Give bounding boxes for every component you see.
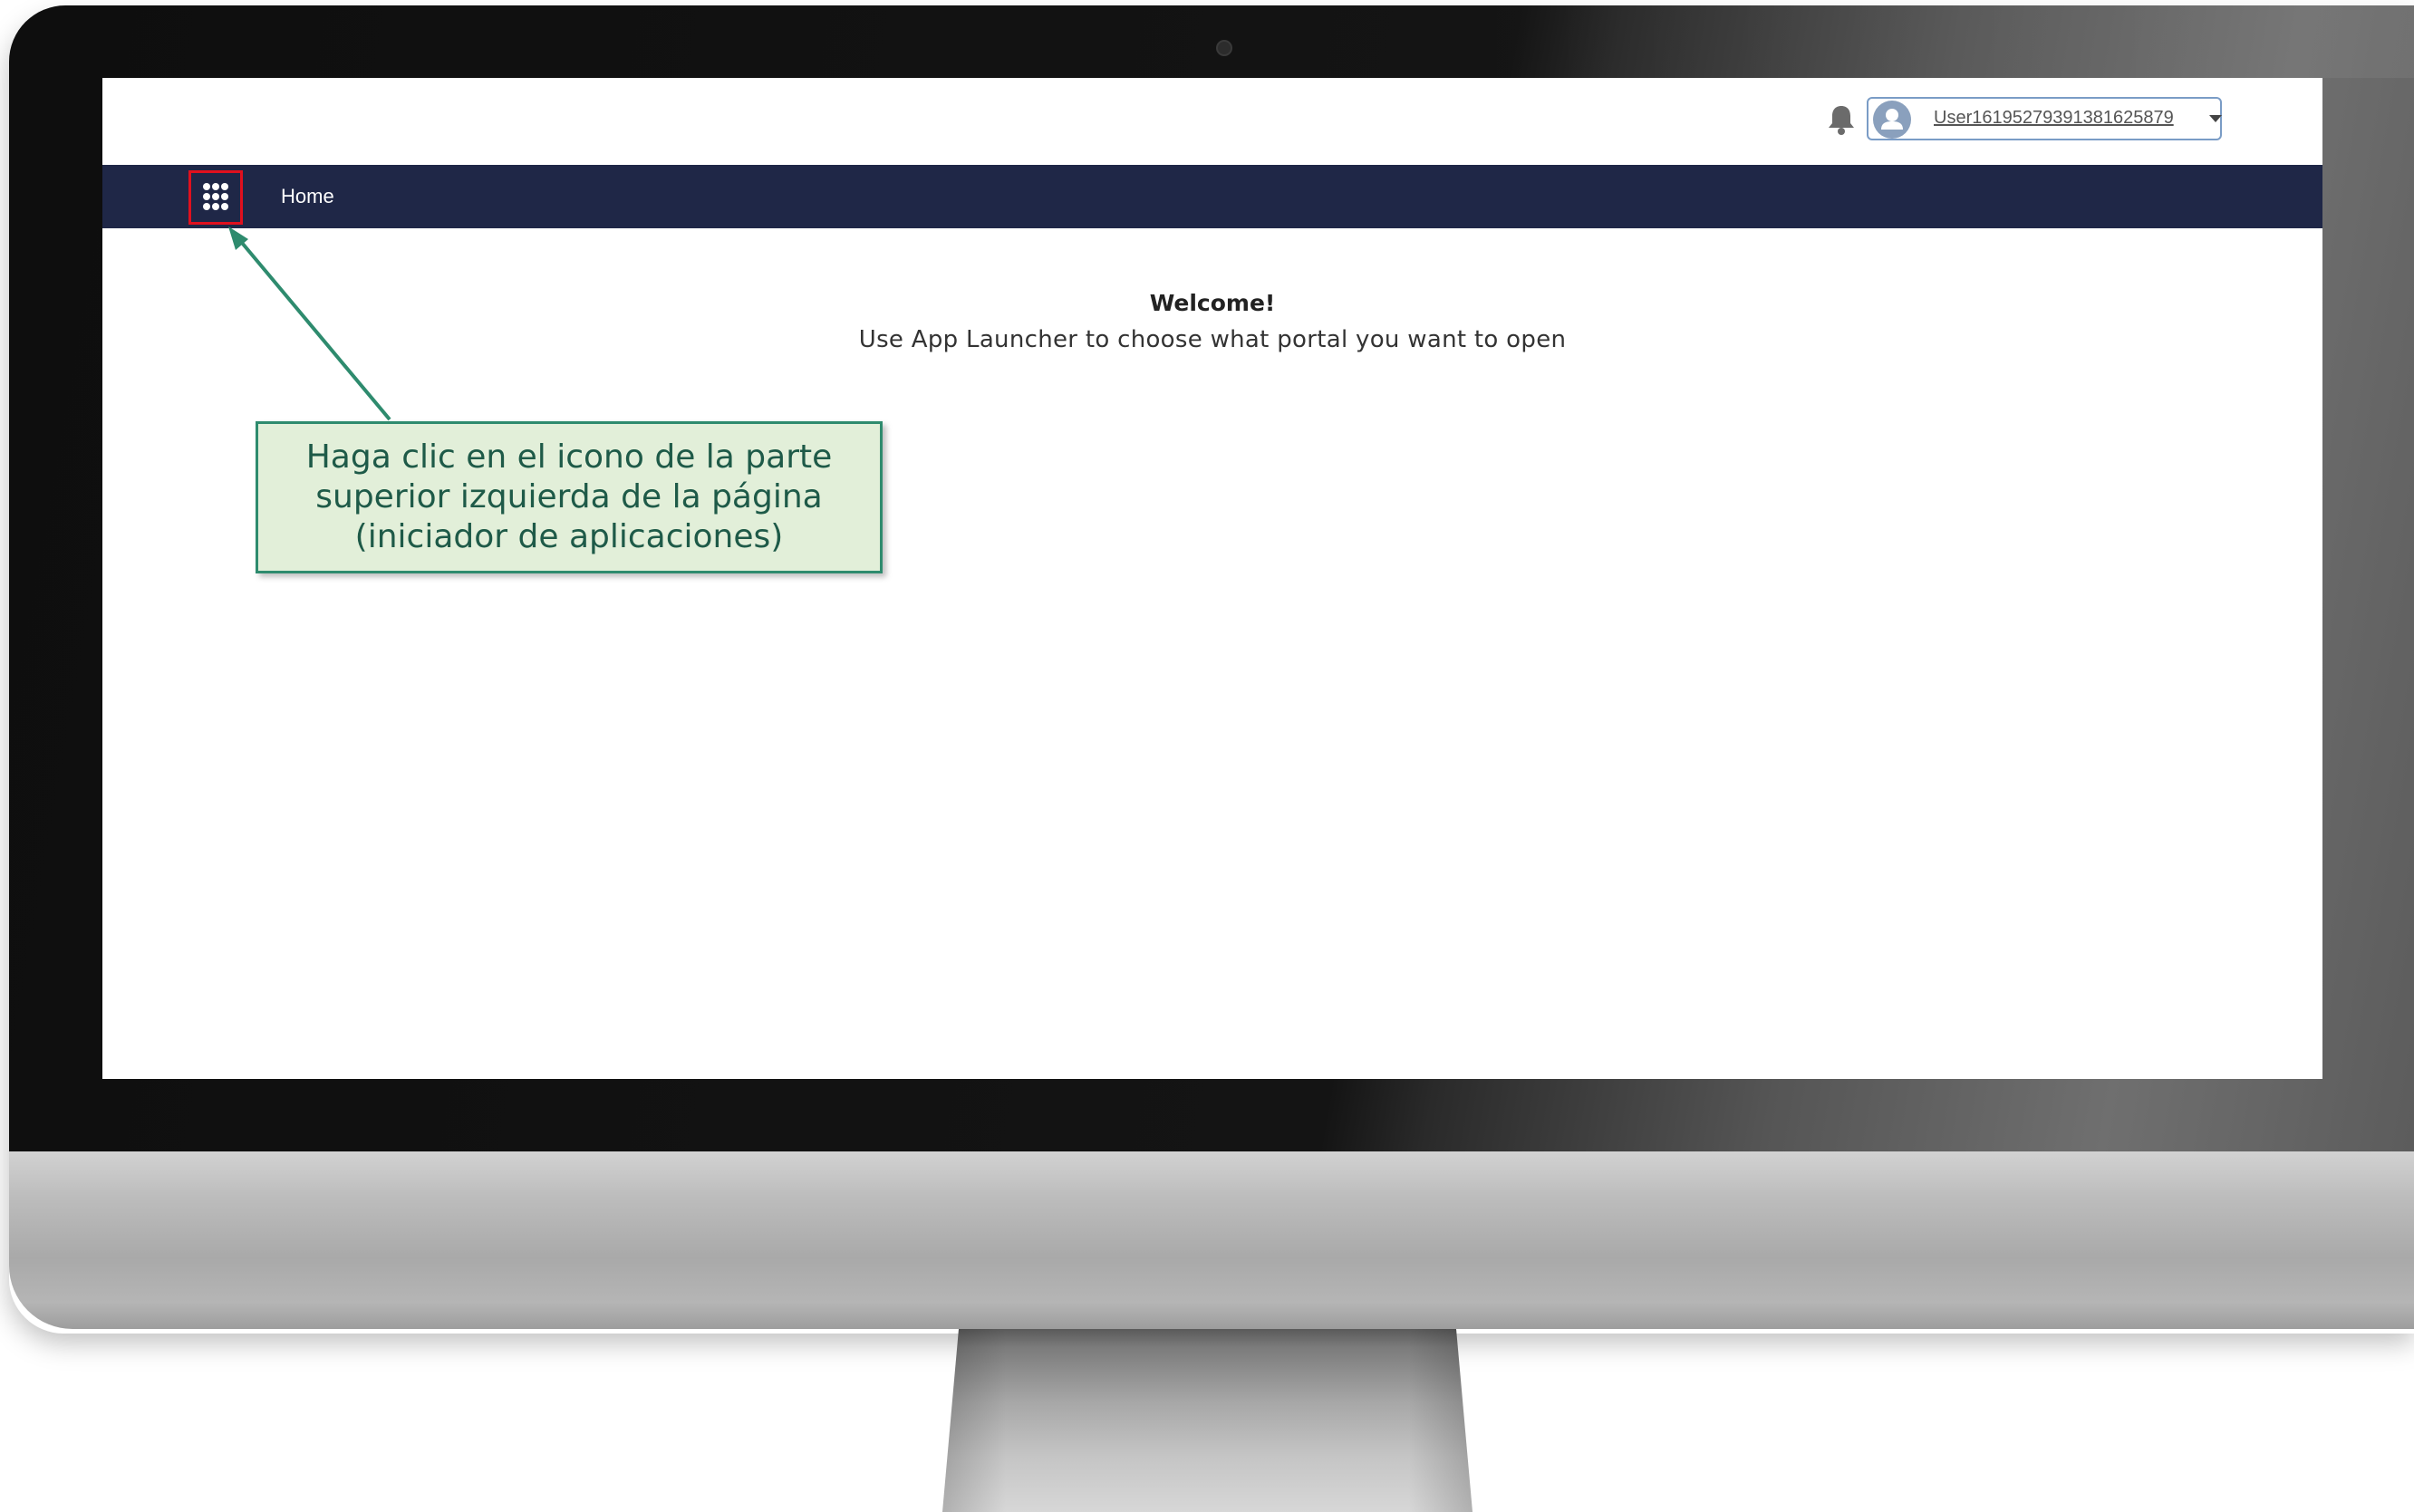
welcome-text: Use App Launcher to choose what portal y… (858, 326, 1567, 353)
user-menu-button[interactable]: User16195279391381625879 (1867, 97, 2222, 140)
nav-home-tab[interactable]: Home (281, 185, 334, 208)
screen: User16195279391381625879 Home Welcome! U… (102, 78, 2322, 1079)
monitor-chin (9, 1151, 2414, 1329)
bell-icon[interactable] (1826, 103, 1857, 136)
username-link[interactable]: User16195279391381625879 (1934, 108, 2174, 129)
user-avatar-icon (1873, 101, 1911, 139)
app-launcher-grid-icon[interactable] (188, 170, 243, 225)
navigation-bar: Home (102, 165, 2322, 228)
top-header: User16195279391381625879 (102, 78, 2322, 165)
welcome-title: Welcome! (1149, 290, 1276, 316)
instruction-callout: Haga clic en el icono de la parte superi… (256, 421, 883, 573)
chevron-down-icon[interactable] (2209, 115, 2222, 122)
monitor-stand-shading (942, 1329, 1473, 1512)
camera-dot (1216, 40, 1232, 56)
callout-text: Haga clic en el icono de la parte superi… (305, 438, 833, 555)
